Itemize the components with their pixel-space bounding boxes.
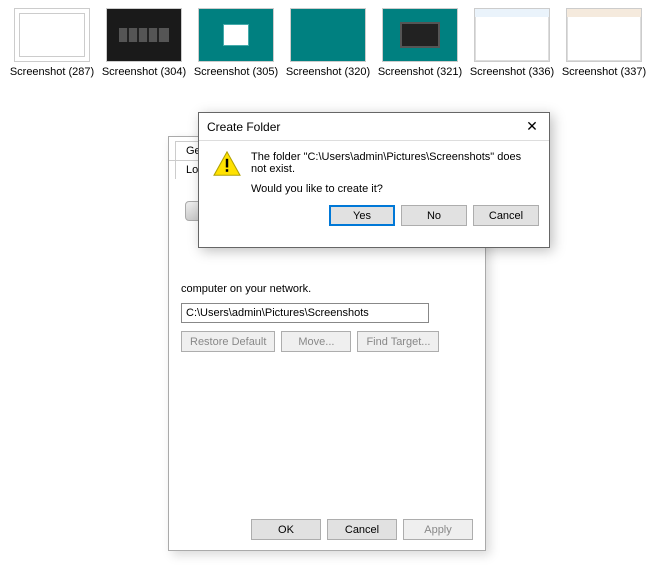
find-target-button[interactable]: Find Target... (357, 331, 439, 352)
thumbnail-preview (198, 8, 274, 62)
thumbnail-label: Screenshot (304) (102, 66, 186, 78)
path-input[interactable] (181, 303, 429, 323)
close-icon[interactable]: ✕ (523, 118, 541, 136)
dialog-button-row: Yes No Cancel (199, 201, 549, 234)
location-button-row: Restore Default Move... Find Target... (181, 331, 473, 352)
cancel-button[interactable]: Cancel (473, 205, 539, 226)
thumbnail-strip: Screenshot (287) Screenshot (304) Screen… (0, 0, 653, 82)
apply-button[interactable]: Apply (403, 519, 473, 540)
ok-button[interactable]: OK (251, 519, 321, 540)
thumbnail-label: Screenshot (320) (286, 66, 370, 78)
yes-button[interactable]: Yes (329, 205, 395, 226)
thumbnail-preview (14, 8, 90, 62)
message-area: The folder "C:\Users\admin\Pictures\Scre… (251, 151, 535, 195)
thumbnail-preview (566, 8, 642, 62)
thumbnail-label: Screenshot (321) (378, 66, 462, 78)
dialog-title: Create Folder (207, 120, 523, 134)
file-thumbnail[interactable]: Screenshot (321) (380, 8, 460, 78)
file-thumbnail[interactable]: Screenshot (305) (196, 8, 276, 78)
file-thumbnail[interactable]: Screenshot (337) (564, 8, 644, 78)
restore-default-button[interactable]: Restore Default (181, 331, 275, 352)
message-line-2: Would you like to create it? (251, 183, 535, 195)
thumbnail-label: Screenshot (337) (562, 66, 646, 78)
dialog-body: The folder "C:\Users\admin\Pictures\Scre… (199, 141, 549, 201)
help-text: computer on your network. (181, 283, 473, 295)
file-thumbnail[interactable]: Screenshot (304) (104, 8, 184, 78)
create-folder-dialog: Create Folder ✕ The folder "C:\Users\adm… (198, 112, 550, 248)
thumbnail-preview (290, 8, 366, 62)
warning-icon (213, 151, 241, 177)
thumbnail-preview (474, 8, 550, 62)
file-thumbnail[interactable]: Screenshot (320) (288, 8, 368, 78)
thumbnail-preview (106, 8, 182, 62)
cancel-button[interactable]: Cancel (327, 519, 397, 540)
title-bar[interactable]: Create Folder ✕ (199, 113, 549, 141)
thumbnail-label: Screenshot (305) (194, 66, 278, 78)
file-thumbnail[interactable]: Screenshot (336) (472, 8, 552, 78)
no-button[interactable]: No (401, 205, 467, 226)
thumbnail-label: Screenshot (287) (10, 66, 94, 78)
message-line-1: The folder "C:\Users\admin\Pictures\Scre… (251, 151, 535, 175)
thumbnail-preview (382, 8, 458, 62)
file-thumbnail[interactable]: Screenshot (287) (12, 8, 92, 78)
thumbnail-label: Screenshot (336) (470, 66, 554, 78)
properties-footer: OK Cancel Apply (251, 519, 473, 540)
move-button[interactable]: Move... (281, 331, 351, 352)
